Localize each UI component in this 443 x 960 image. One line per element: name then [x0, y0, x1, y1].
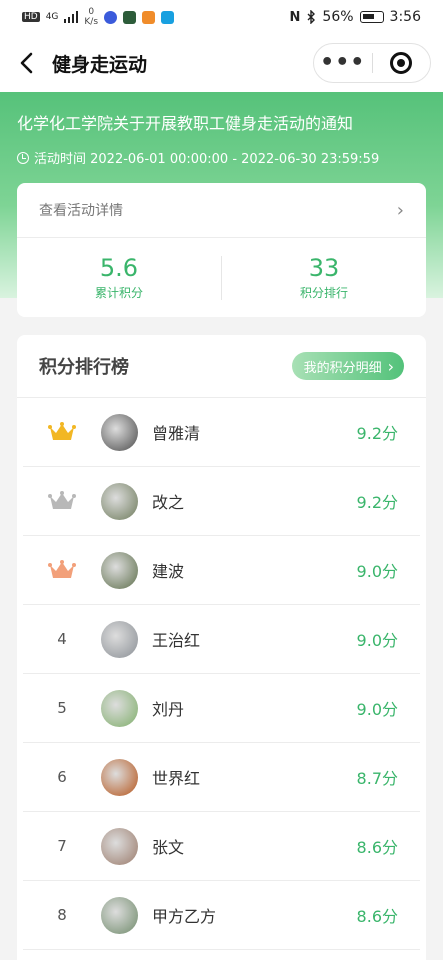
leaderboard-list: 曾雅清 9.2分 改之 9.2分 建波 9.0分 4 王治红 9.0分 5 刘丹 9.0分 6 世界红 8.… — [17, 398, 426, 950]
rank-number: 7 — [57, 837, 67, 855]
user-name: 世界红 — [152, 769, 201, 788]
rank-number: 6 — [57, 768, 67, 786]
signal-icon — [64, 11, 79, 23]
hd-icon: HD — [22, 12, 40, 22]
rank-label: 积分排行 — [299, 286, 348, 300]
crown-icon — [23, 421, 101, 443]
leaderboard-row[interactable]: 5 刘丹 9.0分 — [23, 674, 420, 743]
my-points-detail-label: 我的积分明细 — [303, 360, 382, 376]
activity-title: 化学化工学院关于开展教职工健身走活动的通知 — [17, 114, 354, 133]
user-score: 9.0分 — [356, 700, 398, 719]
net-speed-unit: K/s — [84, 17, 99, 27]
target-icon — [390, 52, 413, 74]
status-bar: HD 4G 0 K/s N 56% 3:56 — [0, 0, 443, 34]
rank-stat: 33 积分排行 — [222, 254, 426, 301]
battery-icon — [359, 11, 384, 23]
leaderboard-row[interactable]: 4 王治红 9.0分 — [23, 605, 420, 674]
user-name: 张文 — [152, 838, 185, 857]
user-name: 建波 — [152, 562, 185, 581]
leaderboard-row[interactable]: 6 世界红 8.7分 — [23, 743, 420, 812]
page-title: 健身走运动 — [52, 53, 148, 76]
nfc-icon: N — [289, 9, 301, 25]
view-detail-label: 查看活动详情 — [39, 203, 123, 219]
user-score: 8.6分 — [356, 907, 398, 926]
bluetooth-icon — [307, 10, 316, 24]
avatar — [101, 551, 138, 589]
my-points-detail-button[interactable]: 我的积分明细 › — [291, 352, 404, 380]
leaderboard-title: 积分排行榜 — [39, 357, 129, 378]
user-score: 9.2分 — [356, 424, 398, 443]
activity-time: 活动时间 2022-06-01 00:00:00 - 2022-06-30 23… — [17, 148, 379, 167]
user-name: 改之 — [152, 493, 185, 512]
net-speed: 0 K/s — [84, 7, 98, 27]
app-bird-icon — [123, 10, 137, 24]
user-score: 8.6分 — [356, 838, 398, 857]
crown-icon — [23, 490, 101, 512]
chevron-right-icon: › — [387, 356, 394, 376]
crown-icon — [23, 559, 101, 581]
avatar — [101, 896, 138, 934]
avatar — [101, 413, 138, 451]
leaderboard-row[interactable]: 建波 9.0分 — [23, 536, 420, 605]
total-points-label: 累计积分 — [94, 286, 143, 300]
leaderboard-row[interactable]: 曾雅清 9.2分 — [23, 398, 420, 467]
battery-percent: 56% — [322, 9, 354, 25]
leaderboard-header: 积分排行榜 我的积分明细 › — [17, 335, 426, 398]
nav-bar: 健身走运动 ••• — [0, 34, 443, 92]
user-score: 9.0分 — [356, 562, 398, 581]
activity-time-text: 活动时间 2022-06-01 00:00:00 - 2022-06-30 23… — [34, 152, 380, 167]
user-name: 刘丹 — [152, 700, 185, 719]
user-name: 王治红 — [152, 631, 201, 650]
summary-card: 查看活动详情 › 5.6 累计积分 33 积分排行 — [17, 183, 426, 317]
leaderboard-row[interactable]: 改之 9.2分 — [23, 467, 420, 536]
rank-value: 33 — [308, 254, 340, 282]
chevron-right-icon: › — [396, 199, 404, 221]
more-button[interactable]: ••• — [314, 52, 372, 74]
user-score: 8.7分 — [356, 769, 398, 788]
mini-program-capsule: ••• — [313, 43, 431, 83]
stats-row: 5.6 累计积分 33 积分排行 — [17, 238, 426, 317]
leaderboard-card: 积分排行榜 我的积分明细 › 曾雅清 9.2分 改之 9.2分 建波 9.0分 4 王治红 9.… — [17, 335, 426, 960]
app-p-icon — [104, 10, 118, 24]
avatar — [101, 482, 138, 520]
rank-number: 4 — [57, 630, 67, 648]
back-icon — [20, 52, 33, 74]
rank-number: 5 — [57, 699, 67, 717]
user-score: 9.2分 — [356, 493, 398, 512]
avatar — [101, 689, 138, 727]
view-detail-link[interactable]: 查看活动详情 › — [17, 183, 426, 238]
close-mini-program-button[interactable] — [372, 52, 430, 74]
app-play-icon — [142, 10, 156, 24]
net-speed-value: 0 — [88, 7, 95, 17]
back-button[interactable] — [0, 34, 52, 92]
leaderboard-row[interactable]: 7 张文 8.6分 — [23, 812, 420, 881]
leaderboard-row[interactable]: 8 甲方乙方 8.6分 — [23, 881, 420, 950]
clock-icon — [17, 151, 29, 164]
avatar — [101, 827, 138, 865]
total-points-stat: 5.6 累计积分 — [17, 254, 221, 301]
status-right: N 56% 3:56 — [290, 9, 421, 25]
clock-time: 3:56 — [389, 9, 421, 25]
user-name: 甲方乙方 — [152, 907, 217, 926]
network-label: 4G — [45, 12, 59, 22]
status-left: HD 4G 0 K/s — [22, 7, 175, 27]
rank-number: 8 — [57, 906, 67, 924]
user-score: 9.0分 — [356, 631, 398, 650]
app-search-icon — [161, 10, 175, 24]
avatar — [101, 620, 138, 658]
user-name: 曾雅清 — [152, 424, 201, 443]
avatar — [101, 758, 138, 796]
total-points-value: 5.6 — [99, 254, 139, 282]
